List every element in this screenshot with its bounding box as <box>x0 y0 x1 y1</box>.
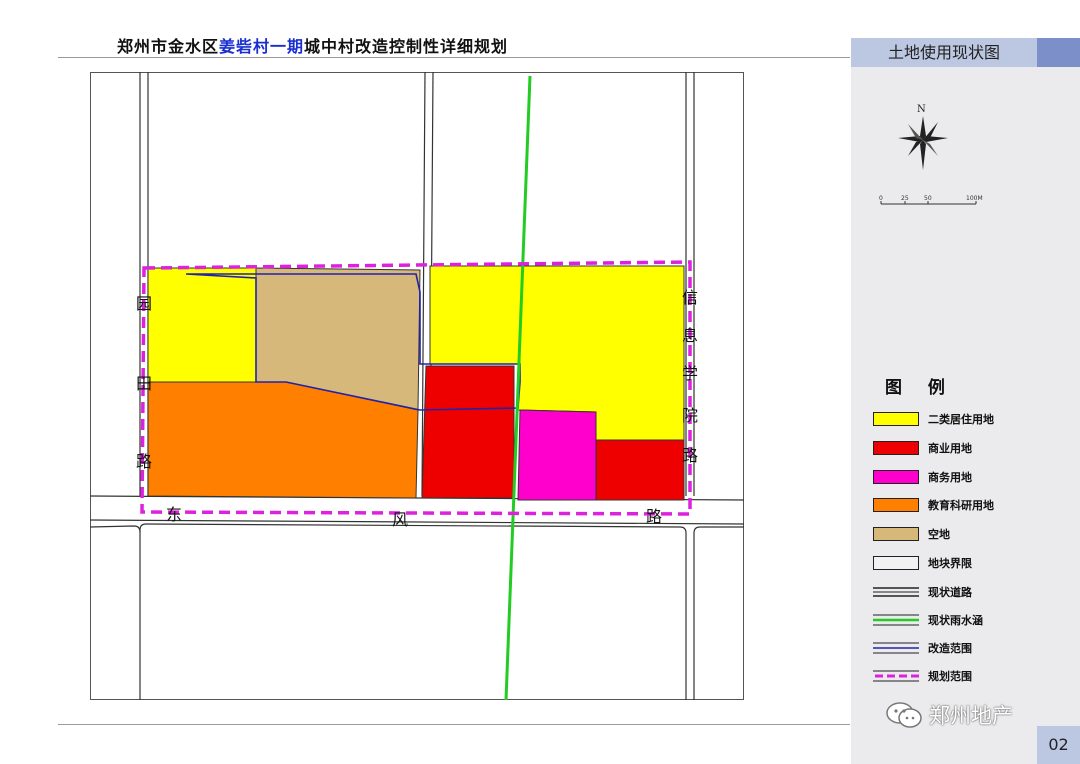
road-label-south-3: 路 <box>646 507 663 526</box>
road-label-east-4: 院 <box>682 406 699 425</box>
legend-swatch-business <box>873 470 919 484</box>
legend-swatch-parcel-boundary <box>873 556 919 570</box>
title-suffix: 城中村改造控制性详细规划 <box>304 37 509 56</box>
road-label-west-3: 路 <box>136 452 153 471</box>
page-number: 02 <box>1037 726 1080 764</box>
svg-text:50: 50 <box>924 195 932 202</box>
road-label-east-5: 路 <box>682 446 699 465</box>
legend-swatch-commercial <box>873 441 919 455</box>
legend-label: 教育科研用地 <box>928 499 994 512</box>
land-use-map <box>90 72 744 700</box>
legend-swatch-existing-road <box>873 587 919 597</box>
svg-text:0: 0 <box>879 195 883 202</box>
legend-title: 图 例 <box>885 378 955 398</box>
road-label-west-2: 田 <box>136 374 153 393</box>
road-label-east-2: 息 <box>682 326 699 345</box>
parcel-commercial-east <box>595 439 685 501</box>
legend-label: 二类居住用地 <box>928 413 994 426</box>
header-rule <box>58 57 850 58</box>
road-edge-south-5 <box>90 525 141 533</box>
legend-swatch-planning-boundary <box>873 670 919 682</box>
svg-text:100M: 100M <box>966 195 983 202</box>
parcel-business <box>517 409 597 501</box>
legend-swatch-renovation-boundary <box>873 642 919 654</box>
legend-label: 现状道路 <box>928 586 972 599</box>
chat-bubble-icon <box>886 702 922 728</box>
footer-rule <box>58 724 850 725</box>
road-label-south-2: 风 <box>392 510 409 529</box>
north-label: N <box>917 104 926 115</box>
legend-label: 商业用地 <box>928 442 972 455</box>
road-edge-south-3 <box>139 523 687 700</box>
panel-title-tab <box>1037 38 1080 67</box>
legend-label: 空地 <box>928 528 950 541</box>
parcel-commercial-mid <box>421 365 515 499</box>
legend-swatch-vacant <box>873 527 919 541</box>
watermark: 郑州地产 <box>885 700 1013 730</box>
panel-title: 土地使用现状图 <box>851 38 1037 67</box>
legend-swatch-education <box>873 498 919 512</box>
road-label-west-1: 园 <box>136 294 153 313</box>
title-highlight: 姜砦村一期 <box>219 37 305 56</box>
svg-text:25: 25 <box>901 195 909 202</box>
legend-label: 商务用地 <box>928 471 972 484</box>
legend-label: 改造范围 <box>928 642 972 655</box>
document-title: 郑州市金水区姜砦村一期城中村改造控制性详细规划 <box>117 33 508 57</box>
watermark-text: 郑州地产 <box>929 704 1013 728</box>
parcel-residential-west <box>147 267 257 383</box>
road-label-east-1: 信 <box>682 288 699 307</box>
scale-bar: 0 25 50 100M <box>879 195 983 205</box>
legend-swatch-residential <box>873 412 919 426</box>
legend-label: 地块界限 <box>928 557 972 570</box>
road-edge-south-4 <box>693 526 744 700</box>
road-label-south-1: 东 <box>166 505 183 524</box>
legend-label: 现状雨水涵 <box>928 614 983 627</box>
north-arrow-icon: N <box>898 104 948 170</box>
road-label-east-3: 学 <box>682 364 699 383</box>
legend-label: 规划范围 <box>928 670 972 683</box>
title-prefix: 郑州市金水区 <box>117 37 220 56</box>
legend-swatch-stormwater <box>873 614 919 626</box>
